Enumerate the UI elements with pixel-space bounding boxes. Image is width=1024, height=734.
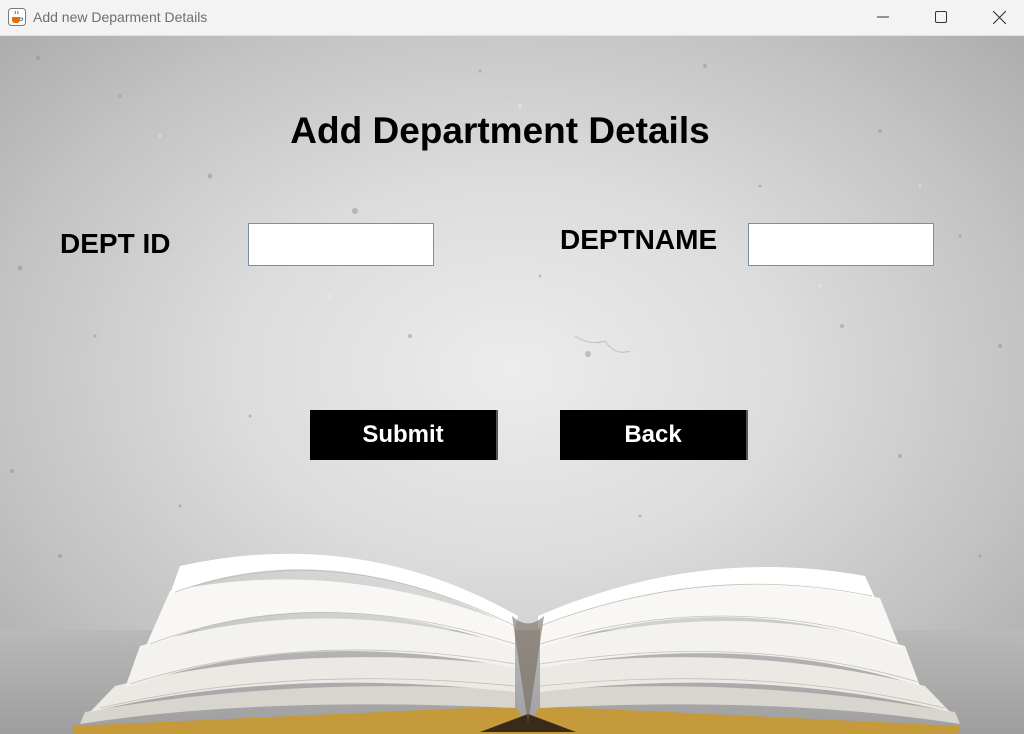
minimize-icon	[877, 16, 889, 18]
minimize-button[interactable]	[854, 0, 912, 34]
page-title: Add Department Details	[290, 110, 710, 151]
form-panel: Add Department Details DEPT ID DEPTNAME …	[0, 36, 1024, 734]
dept-id-input[interactable]	[248, 223, 434, 266]
open-book-image	[72, 553, 960, 734]
maximize-button[interactable]	[912, 0, 970, 34]
dept-name-label: DEPTNAME	[560, 224, 718, 255]
dept-id-label: DEPT ID	[60, 228, 171, 259]
back-button[interactable]: Back	[560, 410, 748, 460]
window-title: Add new Deparment Details	[33, 9, 208, 25]
app-window: Add new Deparment Details Add Department…	[0, 0, 1024, 734]
submit-button[interactable]: Submit	[310, 410, 498, 460]
dept-name-input[interactable]	[748, 223, 934, 266]
maximize-icon	[935, 11, 947, 23]
java-cup-icon	[8, 8, 26, 26]
close-icon	[992, 10, 1006, 24]
close-button[interactable]	[970, 0, 1024, 34]
title-bar: Add new Deparment Details	[0, 0, 1024, 36]
